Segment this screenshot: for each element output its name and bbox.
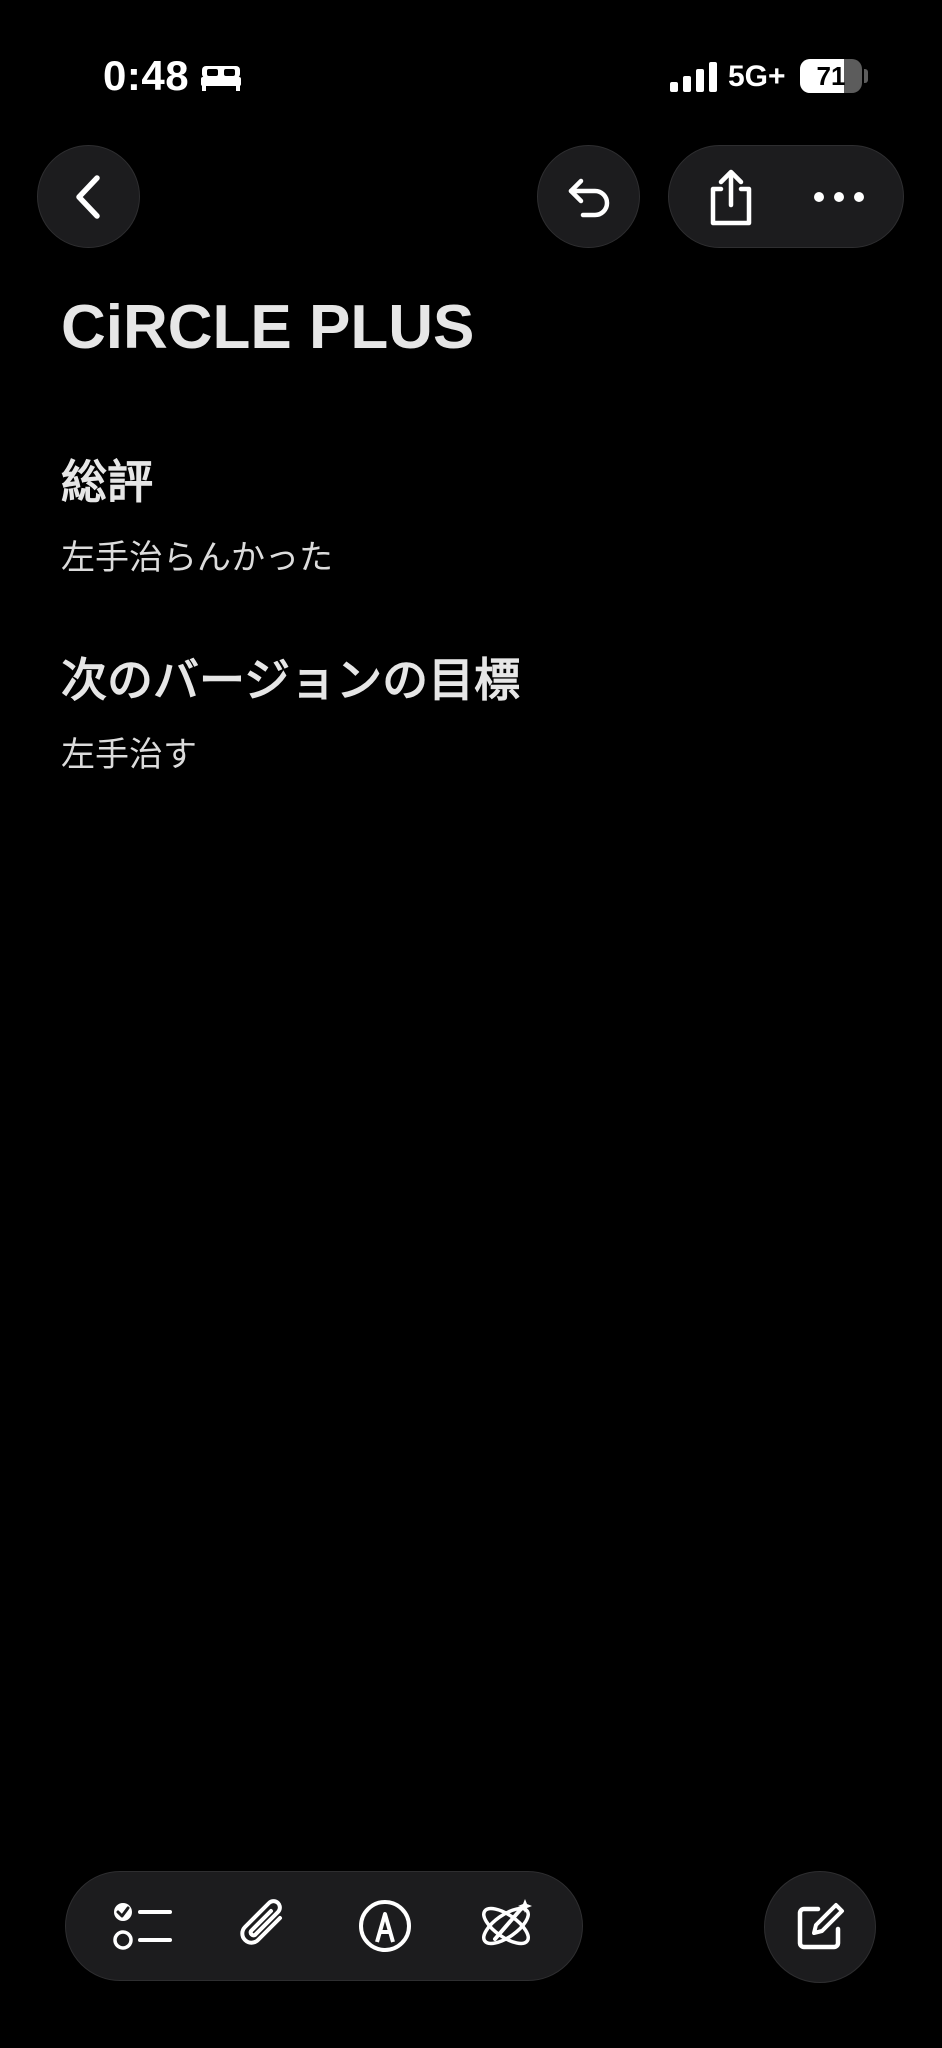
writing-tools-icon <box>481 1899 532 1946</box>
battery-percentage: 71 <box>816 61 846 91</box>
ellipsis-icon <box>814 191 864 202</box>
attachment-button[interactable] <box>224 1886 304 1966</box>
share-button[interactable] <box>695 161 767 233</box>
undo-button[interactable] <box>537 145 640 248</box>
share-icon <box>710 169 752 225</box>
checklist-icon <box>112 1903 172 1950</box>
section-heading-next-goal[interactable]: 次のバージョンの目標 <box>61 644 520 710</box>
compose-icon <box>797 1903 844 1950</box>
section-heading-summary[interactable]: 総評 <box>61 446 153 512</box>
checklist-button[interactable] <box>103 1886 183 1966</box>
bottom-toolbar <box>65 1871 583 1981</box>
bed-icon <box>201 66 241 91</box>
battery-cap <box>864 69 868 83</box>
share-more-group <box>668 145 904 248</box>
status-bar: 0:48 5G+ 71 <box>0 0 942 150</box>
paperclip-icon <box>239 1899 282 1945</box>
more-button[interactable] <box>803 161 875 233</box>
markup-pen-icon <box>358 1900 411 1952</box>
note-title[interactable]: CiRCLE PLUS <box>61 292 474 363</box>
section-body-summary[interactable]: 左手治らんかった <box>61 530 333 579</box>
markup-button[interactable] <box>345 1886 425 1966</box>
network-label: 5G+ <box>728 60 786 93</box>
battery-icon: 71 <box>800 59 862 93</box>
chevron-left-icon <box>75 174 100 219</box>
compose-button[interactable] <box>764 1871 876 1983</box>
status-time: 0:48 <box>103 52 190 99</box>
section-body-next-goal[interactable]: 左手治す <box>61 727 197 776</box>
back-button[interactable] <box>37 145 140 248</box>
signal-icon <box>670 62 717 92</box>
undo-icon <box>568 178 609 217</box>
writing-tools-button[interactable] <box>466 1886 546 1966</box>
